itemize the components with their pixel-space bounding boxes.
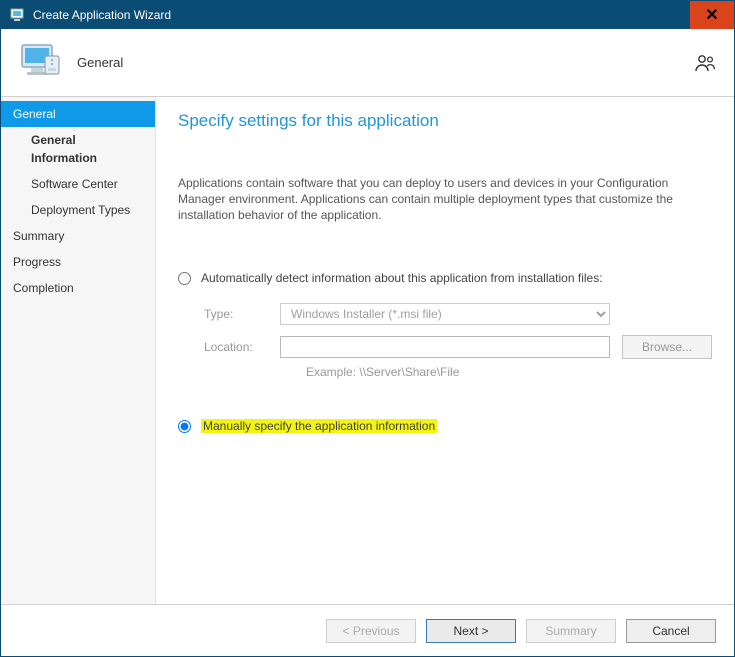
radio-auto[interactable] [178,272,191,285]
wizard-window: Create Application Wizard ✕ General [0,0,735,657]
page-heading: General [77,55,123,70]
browse-button[interactable]: Browse... [622,335,712,359]
step-general[interactable]: General [1,101,155,127]
window-title: Create Application Wizard [33,8,690,22]
substep-general-information[interactable]: General Information [1,127,155,171]
monitor-icon [19,42,61,83]
wizard-body: General General Information Software Cen… [1,97,734,604]
close-button[interactable]: ✕ [690,1,734,29]
step-progress[interactable]: Progress [1,249,155,275]
app-icon [9,7,25,23]
step-completion[interactable]: Completion [1,275,155,301]
users-icon[interactable] [694,53,716,73]
radio-auto-row[interactable]: Automatically detect information about t… [178,271,712,285]
radio-manual[interactable] [178,420,191,433]
auto-form: Type: Windows Installer (*.msi file) Loc… [204,303,712,379]
wizard-content: Specify settings for this application Ap… [156,97,734,604]
wizard-sidebar: General General Information Software Cen… [1,97,156,604]
titlebar: Create Application Wizard ✕ [1,1,734,29]
close-icon: ✕ [705,5,718,25]
radio-auto-label: Automatically detect information about t… [201,271,603,285]
location-input[interactable] [280,336,610,358]
location-label: Location: [204,340,280,354]
cancel-button[interactable]: Cancel [626,619,716,643]
previous-button[interactable]: < Previous [326,619,416,643]
wizard-footer: < Previous Next > Summary Cancel [1,604,734,656]
type-select[interactable]: Windows Installer (*.msi file) [280,303,610,325]
intro-text: Applications contain software that you c… [178,175,712,223]
substep-deployment-types[interactable]: Deployment Types [1,197,155,223]
wizard-header: General [1,29,734,97]
summary-button[interactable]: Summary [526,619,616,643]
substep-software-center[interactable]: Software Center [1,171,155,197]
radio-manual-row[interactable]: Manually specify the application informa… [178,419,712,433]
next-button[interactable]: Next > [426,619,516,643]
content-title: Specify settings for this application [178,111,712,131]
step-summary[interactable]: Summary [1,223,155,249]
radio-manual-label: Manually specify the application informa… [201,419,437,433]
location-example: Example: \\Server\Share\File [306,365,712,379]
type-label: Type: [204,307,280,321]
